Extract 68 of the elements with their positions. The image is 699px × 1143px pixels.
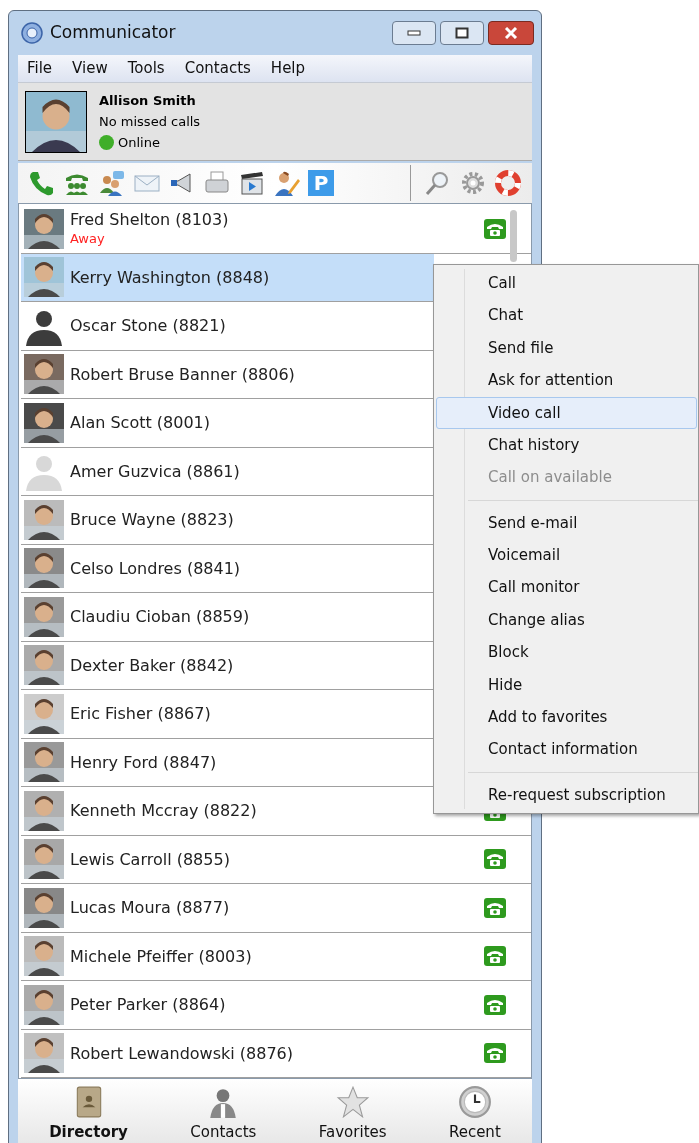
menu-item[interactable]: File — [20, 57, 60, 80]
contact-name: Dexter Baker (8842) — [70, 655, 234, 675]
context-menu-item[interactable]: Call — [436, 267, 698, 300]
contact-name: Michele Pfeiffer (8003) — [70, 946, 252, 966]
maximize-button[interactable] — [440, 21, 484, 45]
maximize-icon — [455, 27, 469, 39]
presence-status: Online — [118, 134, 160, 152]
context-menu-item[interactable]: Ask for attention — [436, 364, 698, 397]
user-name: Allison Smith — [99, 92, 197, 110]
phone-call-icon[interactable] — [483, 848, 507, 871]
phone-call-icon[interactable] — [483, 945, 507, 968]
phone-call-icon[interactable] — [483, 217, 507, 240]
context-menu-item[interactable]: Add to favorites — [436, 701, 698, 734]
tab[interactable]: Favorites — [314, 1084, 391, 1143]
context-menu-item[interactable]: Send e-mail — [436, 506, 698, 540]
contact-name: Eric Fisher (8867) — [70, 704, 211, 724]
context-menu-item[interactable]: Chat history — [436, 428, 698, 462]
contact-name: Lewis Carroll (8855) — [70, 849, 230, 869]
context-menu-item[interactable]: Block — [436, 636, 698, 669]
phone-icon[interactable] — [28, 169, 56, 197]
users-chat-icon[interactable] — [98, 169, 126, 197]
tab[interactable]: Contacts — [186, 1084, 261, 1143]
missed-calls-text: No missed calls — [99, 113, 201, 131]
tab[interactable]: Directory — [45, 1084, 132, 1143]
context-menu-item[interactable]: Change alias — [436, 603, 698, 637]
close-button[interactable] — [488, 21, 534, 45]
contact-name: Claudiu Cioban (8859) — [70, 607, 250, 627]
contact-name: Amer Guzvica (8861) — [70, 461, 240, 481]
clapperboard-icon[interactable] — [238, 169, 266, 197]
window-title: Communicator — [50, 21, 176, 45]
contact-name: Alan Scott (8001) — [70, 413, 210, 433]
contact-name: Henry Ford (8847) — [70, 752, 217, 772]
context-menu-item[interactable]: Chat — [436, 299, 698, 332]
menu-item[interactable]: View — [65, 57, 115, 80]
scrollbar-thumb[interactable] — [510, 210, 517, 262]
contact-name: Peter Parker (8864) — [70, 995, 226, 1015]
menu-item[interactable]: Contacts — [177, 57, 258, 80]
lifebuoy-icon[interactable] — [494, 169, 522, 197]
contact-name: Robert Lewandowski (8876) — [70, 1043, 293, 1063]
menu-item[interactable]: Tools — [120, 57, 172, 80]
person-pencil-icon[interactable] — [273, 169, 301, 197]
favorites-icon — [335, 1084, 370, 1119]
contact-name: Lucas Moura (8877) — [70, 898, 230, 918]
contact-name: Bruce Wayne (8823) — [70, 510, 234, 530]
contact-name: Kenneth Mccray (8822) — [70, 801, 257, 821]
app-logo-icon — [20, 21, 44, 45]
phone-call-icon[interactable] — [483, 896, 507, 919]
phone-call-icon[interactable] — [483, 993, 507, 1016]
contact-name: Robert Bruse Banner (8806) — [70, 364, 295, 384]
context-menu-item[interactable]: Re-request subscription — [436, 778, 698, 812]
contact-status: Away — [70, 229, 106, 248]
context-menu-item[interactable]: Video call — [436, 396, 697, 429]
context-menu-item[interactable]: Contact information — [436, 733, 698, 766]
close-icon — [504, 27, 518, 39]
context-menu-item[interactable]: Hide — [436, 668, 698, 702]
tab[interactable]: Recent — [444, 1084, 505, 1143]
contact-name: Fred Shelton (8103) — [70, 209, 229, 229]
phone-call-icon[interactable] — [483, 1042, 507, 1065]
settings-icon[interactable] — [459, 169, 487, 197]
contact-name: Kerry Washington (8848) — [70, 267, 270, 287]
context-menu-item[interactable]: Voicemail — [436, 539, 698, 572]
context-menu-item[interactable]: Call monitor — [436, 571, 698, 604]
contact-name: Oscar Stone (8821) — [70, 316, 226, 336]
context-menu-item[interactable]: Send file — [436, 331, 698, 365]
menu-item[interactable]: Help — [263, 57, 313, 80]
recent-icon — [457, 1084, 492, 1119]
minimize-icon — [407, 30, 421, 36]
contact-name: Celso Londres (8841) — [70, 558, 241, 578]
